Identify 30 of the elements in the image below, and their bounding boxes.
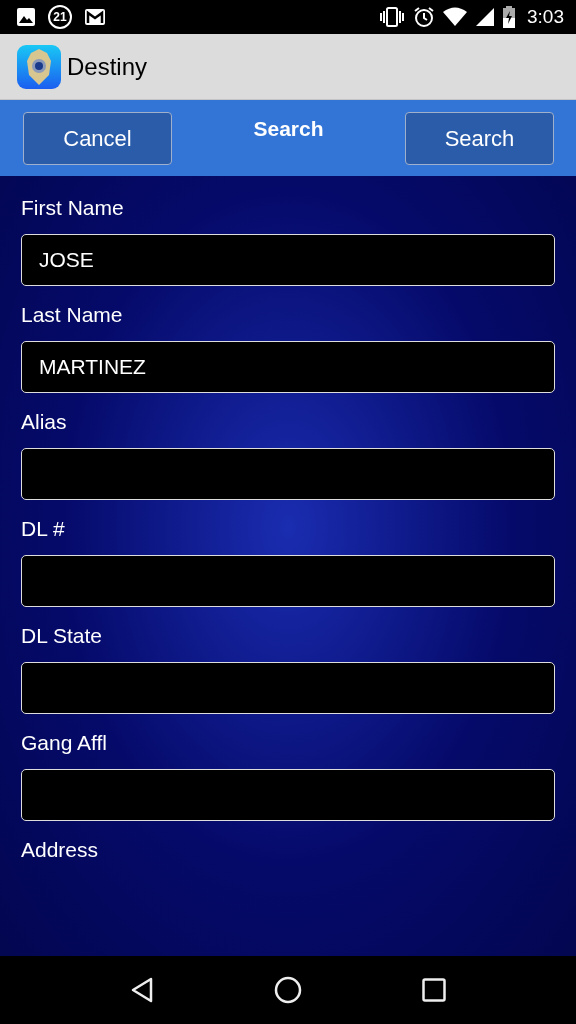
search-button[interactable]: Search xyxy=(405,112,554,165)
notification-count: 21 xyxy=(48,5,72,29)
wifi-icon xyxy=(443,7,467,27)
toolbar-title: Search xyxy=(253,117,324,141)
input-field[interactable]: JOSE xyxy=(21,234,555,286)
field-label: Last Name xyxy=(21,303,124,327)
mail-icon xyxy=(84,8,106,26)
field-label: Address xyxy=(21,838,100,862)
app-title: Destiny xyxy=(67,52,148,81)
battery-icon xyxy=(503,6,515,28)
clock-time: 3:03 xyxy=(527,6,564,28)
field-label: DL # xyxy=(21,517,66,541)
input-field[interactable] xyxy=(21,448,555,500)
field-label: First Name xyxy=(21,196,125,220)
input-field[interactable] xyxy=(21,769,555,821)
vibrate-icon xyxy=(379,7,405,27)
field-label: DL State xyxy=(21,624,103,648)
input-field[interactable] xyxy=(21,555,555,607)
recents-icon[interactable] xyxy=(422,978,446,1002)
field-label: Alias xyxy=(21,410,68,434)
signal-icon xyxy=(475,7,495,27)
alarm-icon xyxy=(413,6,435,28)
badge-logo-icon xyxy=(17,44,61,89)
input-field[interactable]: MARTINEZ xyxy=(21,341,555,393)
input-field[interactable] xyxy=(21,662,555,714)
cancel-button[interactable]: Cancel xyxy=(23,112,172,165)
back-icon[interactable] xyxy=(130,976,154,1004)
field-label: Gang Affl xyxy=(21,731,108,755)
home-icon[interactable] xyxy=(274,976,302,1004)
image-icon xyxy=(16,7,36,27)
